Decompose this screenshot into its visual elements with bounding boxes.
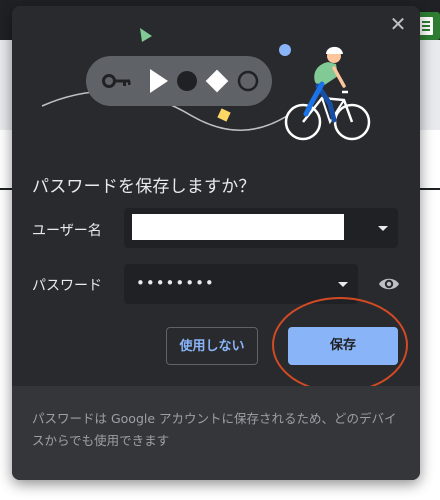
password-value: ••••••••	[136, 274, 215, 292]
chevron-down-icon[interactable]	[378, 226, 388, 231]
chevron-down-icon[interactable]	[338, 282, 348, 287]
dont-use-button[interactable]: 使用しない	[166, 327, 258, 365]
password-label: パスワード	[32, 278, 102, 294]
dialog-title: パスワードを保存しますか？	[32, 177, 256, 197]
password-field[interactable]: ••••••••	[124, 264, 358, 304]
eye-icon[interactable]	[378, 275, 400, 293]
username-input[interactable]	[132, 214, 344, 240]
username-label: ユーザー名	[32, 223, 102, 239]
password-illustration	[41, 28, 371, 141]
username-field[interactable]	[124, 208, 398, 248]
save-button[interactable]: 保存	[288, 327, 398, 365]
dialog-footer: パスワードは Google アカウントに保存されるため、どのデバイスからでも使用…	[12, 386, 420, 480]
close-button[interactable]: ✕	[386, 12, 410, 36]
page-divider	[0, 188, 12, 190]
footer-text: パスワードは Google アカウントに保存されるため、どのデバイスからでも使用…	[32, 411, 397, 448]
cyclist-icon	[284, 46, 371, 141]
save-password-dialog: ✕ パスワードを保存しますか？ ユーザー名 パスワード •••••••• 使用し…	[12, 6, 420, 480]
